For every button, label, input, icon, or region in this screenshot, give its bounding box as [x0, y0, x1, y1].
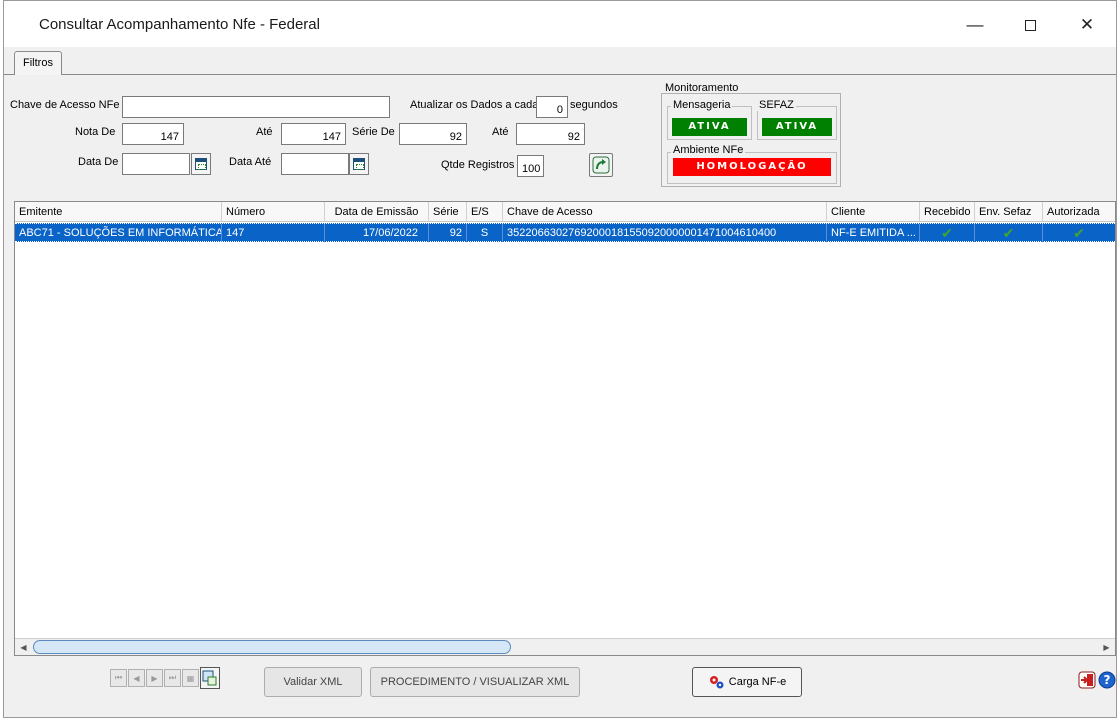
- help-icon: ?: [1098, 671, 1116, 689]
- tab-filtros[interactable]: Filtros: [14, 51, 62, 76]
- cell-es: S: [467, 224, 503, 242]
- grid-header: Emitente Número Data de Emissão Série E/…: [15, 202, 1115, 222]
- refresh-button[interactable]: [589, 153, 613, 177]
- cell-chave-acesso: 3522066302769200018155092000000147100461…: [503, 224, 827, 242]
- minimize-button[interactable]: —: [952, 9, 998, 41]
- serie-de-input[interactable]: 92: [399, 123, 467, 145]
- cell-data-emissao: 17/06/2022: [325, 224, 429, 242]
- cell-cliente: NF-E EMITIDA ...: [827, 224, 920, 242]
- col-chave-acesso[interactable]: Chave de Acesso: [503, 202, 827, 222]
- col-data-emissao[interactable]: Data de Emissão: [325, 202, 429, 222]
- col-env-sefaz[interactable]: Env. Sefaz: [975, 202, 1043, 222]
- nota-de-label: Nota De: [75, 126, 116, 138]
- ambiente-status: HOMOLOGAÇÃO: [673, 158, 831, 176]
- cell-serie: 92: [429, 224, 467, 242]
- sefaz-status: ATIVA: [762, 118, 832, 136]
- data-ate-label: Data Até: [229, 156, 272, 168]
- exit-button[interactable]: [1078, 671, 1096, 689]
- next-record-button[interactable]: ▶: [146, 669, 163, 687]
- sefaz-label: SEFAZ: [757, 99, 796, 111]
- cell-env-sefaz: ✔: [975, 224, 1043, 242]
- export-icon: [202, 670, 217, 686]
- calendar-icon: [353, 158, 365, 170]
- col-recebido[interactable]: Recebido: [920, 202, 975, 222]
- scroll-right-icon[interactable]: ▶: [1098, 639, 1115, 656]
- nota-ate-label: Até: [256, 126, 273, 138]
- calendar-icon: [195, 158, 207, 170]
- horizontal-scrollbar[interactable]: ◀ ▶: [15, 638, 1115, 655]
- close-button[interactable]: ✕: [1064, 9, 1110, 41]
- maximize-icon: [1024, 19, 1036, 31]
- cell-numero: 147: [222, 224, 325, 242]
- col-autorizada[interactable]: Autorizada: [1043, 202, 1115, 222]
- col-cliente[interactable]: Cliente: [827, 202, 920, 222]
- close-icon: ✕: [1079, 15, 1095, 34]
- maximize-button[interactable]: [1007, 9, 1053, 41]
- exit-icon: [1078, 671, 1096, 689]
- data-ate-calendar-button[interactable]: [349, 153, 369, 175]
- scroll-left-icon[interactable]: ◀: [15, 639, 32, 656]
- next-icon: ▶: [151, 673, 158, 683]
- first-record-button[interactable]: ⏮: [110, 669, 127, 687]
- last-record-button[interactable]: ⏭: [164, 669, 181, 687]
- carga-nfe-button[interactable]: Carga NF-e: [692, 667, 802, 697]
- svg-text:?: ?: [1104, 673, 1111, 687]
- cell-autorizada: ✔: [1043, 224, 1115, 242]
- data-de-input[interactable]: [122, 153, 190, 175]
- check-icon: ✔: [941, 225, 953, 241]
- data-de-label: Data De: [78, 156, 119, 168]
- carga-nfe-label: Carga NF-e: [728, 676, 787, 688]
- col-serie[interactable]: Série: [429, 202, 467, 222]
- validar-xml-button[interactable]: Validar XML: [264, 667, 362, 697]
- refresh-arrow-icon: [592, 156, 610, 174]
- ambiente-label: Ambiente NFe: [671, 144, 746, 156]
- nota-de-input[interactable]: 147: [122, 123, 184, 145]
- mensageria-label: Mensageria: [671, 99, 733, 111]
- minimize-icon: —: [966, 15, 984, 34]
- mensageria-status: ATIVA: [672, 118, 747, 136]
- grid-icon: ▦: [186, 673, 195, 683]
- prev-record-button[interactable]: ◀: [128, 669, 145, 687]
- table-row[interactable]: ABC71 - SOLUÇÕES EM INFORMÁTICA 147 17/0…: [15, 223, 1115, 242]
- gears-icon: [709, 676, 724, 689]
- window-title: Consultar Acompanhamento Nfe - Federal: [39, 16, 320, 33]
- last-icon: ⏭: [168, 673, 177, 682]
- qtde-registros-label: Qtde Registros: [441, 159, 515, 171]
- grid-view-button[interactable]: ▦: [182, 669, 199, 687]
- qtde-registros-input[interactable]: 100: [517, 155, 544, 177]
- atualizar-label: Atualizar os Dados a cada: [410, 99, 539, 111]
- title-bar: Consultar Acompanhamento Nfe - Federal —…: [4, 1, 1116, 47]
- segundos-label: segundos: [570, 99, 618, 111]
- help-button[interactable]: ?: [1098, 671, 1116, 689]
- nota-ate-input[interactable]: 147: [281, 123, 346, 145]
- bottom-toolbar: ⏮ ◀ ▶ ⏭ ▦ Validar XML PROCEDIMENTO / VIS…: [4, 659, 1116, 717]
- first-icon: ⏮: [114, 673, 123, 682]
- serie-ate-input[interactable]: 92: [516, 123, 585, 145]
- atualizar-input[interactable]: 0: [536, 96, 568, 118]
- col-es[interactable]: E/S: [467, 202, 503, 222]
- check-icon: ✔: [1002, 225, 1015, 241]
- prev-icon: ◀: [133, 673, 140, 683]
- nfe-grid[interactable]: Emitente Número Data de Emissão Série E/…: [14, 201, 1116, 656]
- col-emitente[interactable]: Emitente: [15, 202, 222, 222]
- cell-recebido: ✔: [920, 224, 975, 242]
- filters-panel: Chave de Acesso NFe Atualizar os Dados a…: [4, 75, 1116, 197]
- procedimento-visualizar-xml-button[interactable]: PROCEDIMENTO / VISUALIZAR XML: [370, 667, 580, 697]
- monitoramento-panel: Mensageria ATIVA SEFAZ ATIVA Ambiente NF…: [661, 93, 841, 187]
- col-numero[interactable]: Número: [222, 202, 325, 222]
- serie-ate-label: Até: [492, 126, 509, 138]
- data-ate-input[interactable]: [281, 153, 349, 175]
- scrollbar-thumb[interactable]: [33, 640, 511, 654]
- tab-strip: Filtros: [4, 47, 1116, 76]
- export-button[interactable]: [200, 667, 220, 689]
- main-window: Consultar Acompanhamento Nfe - Federal —…: [3, 0, 1117, 718]
- data-de-calendar-button[interactable]: [191, 153, 211, 175]
- chave-label: Chave de Acesso NFe: [10, 99, 120, 111]
- cell-emitente: ABC71 - SOLUÇÕES EM INFORMÁTICA: [15, 224, 222, 242]
- serie-de-label: Série De: [352, 126, 395, 138]
- check-icon: ✔: [1073, 225, 1085, 241]
- chave-acesso-input[interactable]: [122, 96, 390, 118]
